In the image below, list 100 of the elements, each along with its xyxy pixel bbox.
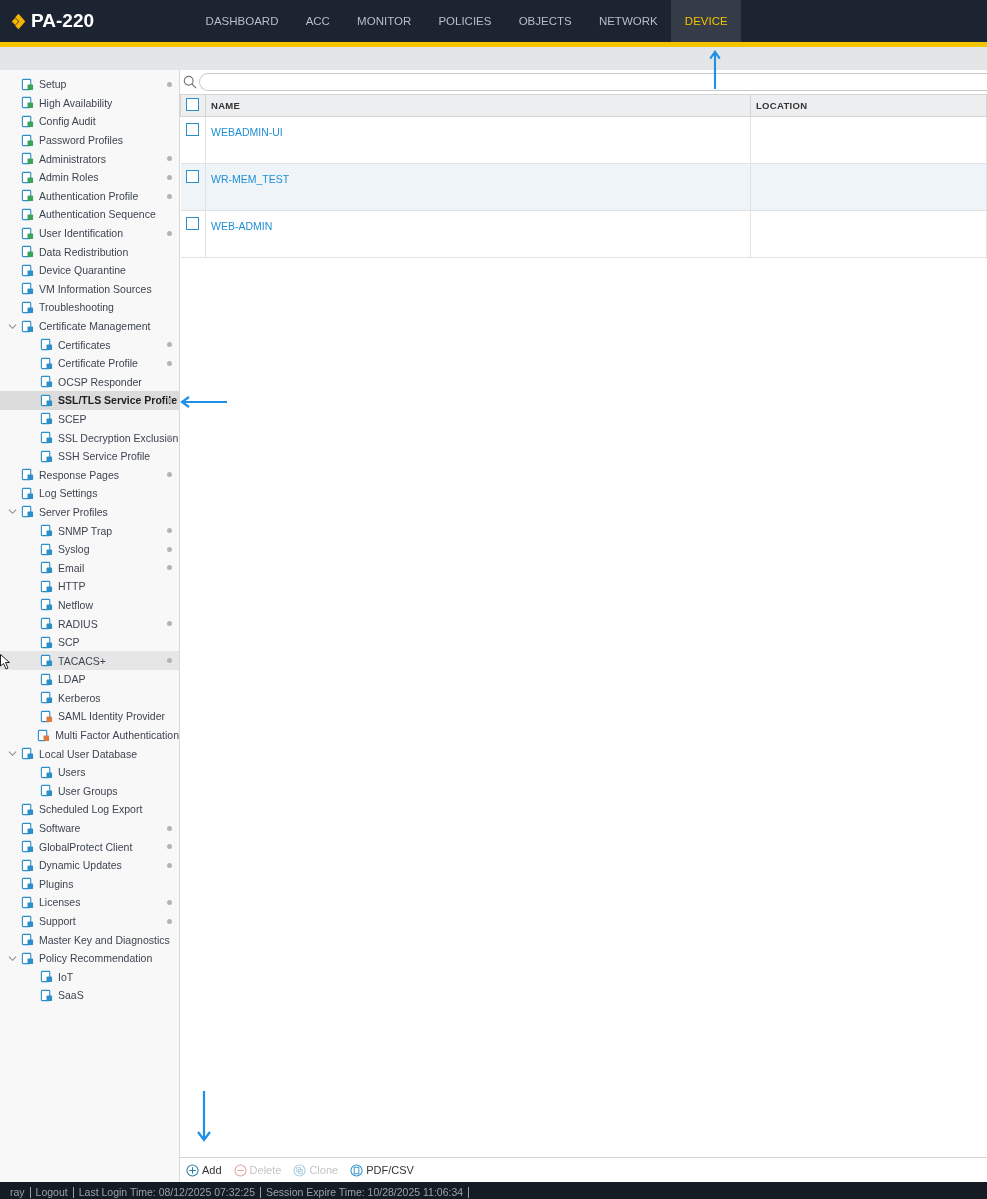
sidebar-item[interactable]: LDAP [0, 670, 179, 689]
column-header[interactable]: NAME [205, 94, 751, 117]
sidebar-item[interactable]: Response Pages [0, 465, 179, 485]
chevron-icon[interactable] [8, 749, 17, 759]
sidebar-item[interactable]: Certificate Profile [0, 353, 179, 373]
sidebar-item[interactable]: RADIUS [0, 614, 179, 633]
item-label: User Groups [58, 784, 118, 797]
profile-link[interactable]: WEB-ADMIN [211, 220, 273, 232]
sidebar-item[interactable]: Certificate Management [0, 316, 179, 336]
row-checkbox[interactable] [185, 123, 199, 136]
toolbar-button[interactable]: PDF/CSV [350, 1163, 414, 1177]
select-all-checkbox[interactable] [186, 98, 199, 111]
item-label: Multi Factor Authentication [55, 729, 179, 742]
sidebar-item[interactable]: Administrators [0, 149, 179, 168]
sidebar-item[interactable]: User Identification [0, 223, 179, 243]
nav-tab[interactable]: POLICIES [424, 0, 506, 42]
document-icon [40, 710, 53, 723]
nav-tab[interactable]: DEVICE [671, 0, 742, 42]
sidebar-item[interactable]: User Groups [0, 781, 179, 801]
nav-tab[interactable]: NETWORK [585, 0, 672, 42]
sidebar-item[interactable]: Scheduled Log Export [0, 800, 179, 819]
document-icon [40, 579, 53, 593]
document-icon [21, 189, 34, 203]
sidebar-item[interactable]: HTTP [0, 577, 179, 596]
nav-tab[interactable]: OBJECTS [505, 0, 586, 42]
document-icon [21, 133, 34, 147]
sidebar-item[interactable]: Netflow [0, 595, 179, 615]
sidebar-item[interactable]: Users [0, 762, 179, 782]
document-icon [40, 375, 53, 389]
status-text: Logout [35, 1185, 68, 1199]
sidebar-item[interactable]: SSL Decryption Exclusion [0, 428, 179, 447]
sidebar-item[interactable]: Email [0, 558, 179, 578]
nav-tab[interactable]: DASHBOARD [192, 0, 293, 42]
toolbar-button[interactable]: Add [186, 1163, 222, 1177]
document-icon [21, 115, 34, 128]
sidebar-item[interactable]: Support [0, 911, 179, 931]
sidebar-item[interactable]: Software [0, 818, 179, 838]
sidebar-item[interactable]: Config Audit [0, 112, 179, 131]
sidebar-item[interactable]: Syslog [0, 539, 179, 559]
sidebar-item[interactable]: Multi Factor Authentication [0, 725, 179, 745]
chevron-icon[interactable] [8, 507, 17, 517]
document-icon [40, 431, 53, 445]
sidebar-item[interactable]: VM Information Sources [0, 279, 179, 299]
column-header[interactable]: LOCATION [750, 94, 987, 117]
document-icon [21, 951, 34, 965]
sidebar-item[interactable]: Dynamic Updates [0, 855, 179, 875]
sidebar-item[interactable]: Local User Database [0, 744, 179, 763]
sidebar-item[interactable]: Troubleshooting [0, 298, 179, 317]
sidebar-item[interactable]: Plugins [0, 874, 179, 894]
document-icon [21, 858, 34, 872]
row-checkbox[interactable] [185, 170, 199, 183]
sidebar-item[interactable]: Authentication Profile [0, 186, 179, 206]
sidebar-item[interactable]: Certificates [0, 335, 179, 354]
sidebar-item[interactable]: SCP [0, 632, 179, 652]
sidebar-item[interactable]: High Availability [0, 93, 179, 113]
item-label: SSL Decryption Exclusion [58, 431, 179, 444]
sidebar-item[interactable]: SNMP Trap [0, 521, 179, 540]
sidebar-item[interactable]: Server Profiles [0, 502, 179, 522]
profile-link[interactable]: WEBADMIN-UI [211, 126, 283, 138]
status-text: Last Login Time: 08/12/2025 07:32:25 [78, 1185, 256, 1199]
nav-tab[interactable]: ACC [292, 0, 344, 42]
item-label: VM Information Sources [39, 282, 152, 295]
document-icon [21, 486, 34, 500]
item-label: Netflow [58, 598, 93, 611]
sidebar-item[interactable]: Device Quarantine [0, 260, 179, 280]
sidebar-item[interactable]: GlobalProtect Client [0, 837, 179, 856]
chevron-icon[interactable] [8, 953, 17, 963]
item-label: User Identification [39, 227, 124, 240]
document-icon [40, 412, 53, 426]
item-label: Scheduled Log Export [39, 803, 143, 816]
document-icon [21, 300, 34, 314]
sidebar-item[interactable]: SAML Identity Provider [0, 707, 179, 726]
item-label: Support [39, 915, 76, 927]
sidebar-item[interactable]: SaaS [0, 986, 179, 1005]
sidebar-item[interactable]: IoT [0, 967, 179, 987]
document-icon [21, 282, 34, 296]
document-icon [21, 895, 34, 909]
sidebar-item[interactable]: TACACS+ [0, 651, 179, 670]
nav-tab[interactable]: MONITOR [343, 0, 425, 42]
search-field[interactable] [199, 73, 987, 91]
sidebar-item[interactable]: SCEP [0, 409, 179, 429]
sidebar-item[interactable]: SSL/TLS Service Profile [0, 391, 179, 410]
sidebar-item[interactable]: OCSP Responder [0, 372, 179, 392]
document-icon [40, 672, 53, 686]
sidebar-item[interactable]: Master Key and Diagnostics [0, 930, 179, 949]
sidebar-item[interactable]: Authentication Sequence [0, 205, 179, 224]
sidebar-item[interactable]: Policy Recommendation [0, 948, 179, 968]
copy-icon [293, 1163, 307, 1177]
sidebar-item[interactable]: Admin Roles [0, 167, 179, 187]
sidebar-item[interactable]: Password Profiles [0, 130, 179, 150]
sidebar-item[interactable]: Log Settings [0, 484, 179, 503]
sidebar-item[interactable]: Setup [0, 75, 179, 94]
document-icon [40, 654, 53, 668]
sidebar-item[interactable]: Kerberos [0, 688, 179, 708]
sidebar-item[interactable]: Licenses [0, 893, 179, 912]
document-icon [40, 393, 53, 407]
sidebar-item[interactable]: SSH Service Profile [0, 446, 179, 466]
chevron-icon[interactable] [8, 321, 17, 331]
row-checkbox[interactable] [185, 217, 199, 230]
sidebar-item[interactable]: Data Redistribution [0, 242, 179, 261]
